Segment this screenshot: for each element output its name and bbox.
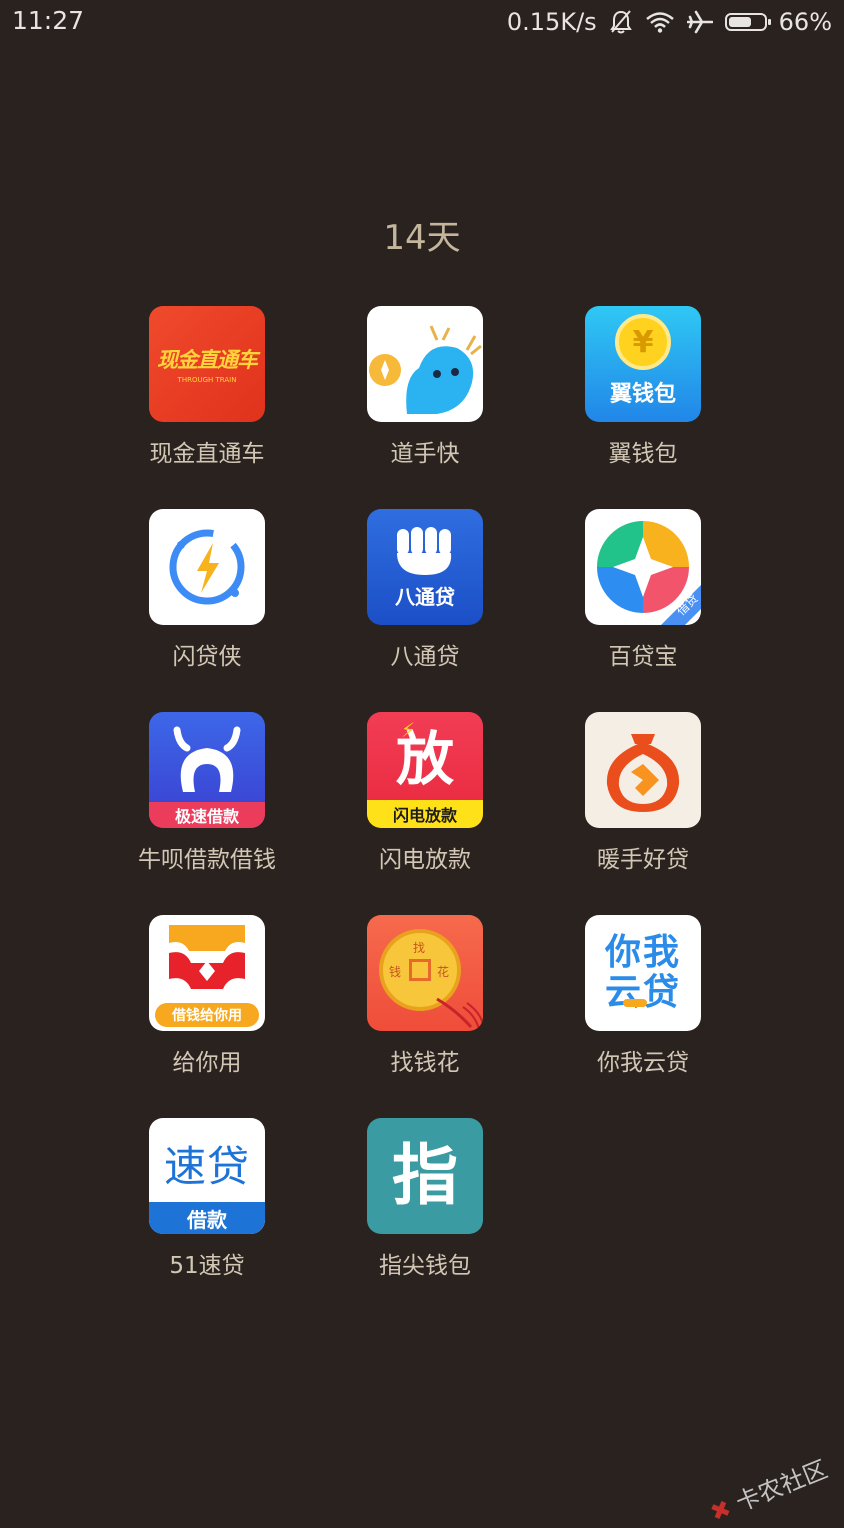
icon-banner: 借款 [149, 1202, 265, 1234]
icon-banner: 借钱给你用 [155, 1003, 259, 1027]
nuanshou-haodai-icon [585, 712, 701, 828]
airplane-icon [686, 10, 713, 34]
icon-subtext: 借款 [187, 1207, 227, 1232]
icon-banner: 闪电放款 [367, 800, 483, 828]
battery-icon [724, 13, 771, 31]
icon-text: 借钱给你用 [172, 1008, 242, 1024]
watermark: ✖ 卡农社区 [704, 1450, 832, 1528]
battery-cap [767, 19, 771, 25]
orange-swoosh-icon [623, 999, 647, 1007]
app-grid: 现金直通车 THROUGH TRAIN 现金直通车 道手快 ¥ 翼钱包 翼钱包 … [98, 306, 752, 1321]
lightning-icon: ⚡ [401, 718, 416, 742]
app-yiqianbao[interactable]: ¥ 翼钱包 翼钱包 [534, 306, 752, 509]
app-shandaixia[interactable]: 闪贷侠 [98, 509, 316, 712]
app-label: 暖手好贷 [597, 847, 689, 873]
shandaixia-icon [149, 509, 265, 625]
zhijian-qianbao-icon: 指 [367, 1118, 483, 1234]
app-geiniyong[interactable]: 借钱给你用 给你用 [98, 915, 316, 1118]
app-label: 指尖钱包 [379, 1253, 471, 1279]
app-baidaibao[interactable]: 借贷 百贷宝 [534, 509, 752, 712]
status-indicators: 0.15K/s 66% [507, 6, 832, 38]
app-shandian-fangkuan[interactable]: 放 ⚡ 闪电放款 闪电放款 [316, 712, 534, 915]
xianjin-zhitongche-icon: 现金直通车 THROUGH TRAIN [149, 306, 265, 422]
app-label: 51速贷 [169, 1253, 245, 1279]
icon-symbol: ¥ [632, 324, 654, 360]
yiqianbao-icon: ¥ 翼钱包 [585, 306, 701, 422]
watermark-text: 卡农社区 [732, 1455, 832, 1518]
coin-icon: ¥ [615, 314, 671, 370]
icon-line1: 你我 [604, 932, 681, 974]
app-label: 翼钱包 [608, 441, 678, 467]
app-label: 找钱花 [390, 1050, 460, 1076]
icon-subtext: THROUGH TRAIN [177, 376, 237, 384]
app-label: 闪贷侠 [172, 644, 242, 670]
app-label: 八通贷 [390, 644, 460, 670]
batongdai-icon: 八通贷 [367, 509, 483, 625]
app-niubei[interactable]: 极速借款 牛呗借款借钱 [98, 712, 316, 915]
app-label: 道手快 [390, 441, 460, 467]
icon-glyph: 指 [392, 1137, 458, 1214]
app-zhijian-qianbao[interactable]: 指 指尖钱包 [316, 1118, 534, 1321]
app-label: 百贷宝 [608, 644, 678, 670]
app-sudai[interactable]: 速贷 借款 51速贷 [98, 1118, 316, 1321]
folder-title[interactable]: 14天 [0, 210, 844, 259]
icon-text: 八通贷 [395, 584, 455, 609]
app-xianjin-zhitongche[interactable]: 现金直通车 THROUGH TRAIN 现金直通车 [98, 306, 316, 509]
icon-banner: 极速借款 [149, 802, 265, 828]
baidaibao-icon: 借贷 [585, 509, 701, 625]
net-speed: 0.15K/s [506, 8, 597, 36]
zhaoqianhua-icon: 找 钱 花 [367, 915, 483, 1031]
daoshoukuai-icon [367, 306, 483, 422]
wifi-icon [645, 11, 675, 33]
battery-percent: 66% [778, 8, 832, 36]
icon-text: 闪电放款 [392, 806, 457, 825]
app-label: 给你用 [172, 1050, 242, 1076]
kanong-logo-icon: ✖ [706, 1493, 736, 1528]
icon-text: 翼钱包 [609, 382, 676, 407]
status-time: 11:27 [12, 6, 85, 35]
icon-text: 速贷 [163, 1141, 250, 1191]
tassel-icon [436, 997, 483, 1030]
app-nuanshou-haodai[interactable]: 暖手好贷 [534, 712, 752, 915]
app-label: 牛呗借款借钱 [138, 847, 276, 873]
app-batongdai[interactable]: 八通贷 八通贷 [316, 509, 534, 712]
app-daoshoukuai[interactable]: 道手快 [316, 306, 534, 509]
niubei-icon: 极速借款 [149, 712, 265, 828]
icon-text: 极速借款 [174, 807, 239, 826]
app-label: 闪电放款 [379, 847, 471, 873]
geiniyong-icon: 借钱给你用 [149, 915, 265, 1031]
niwo-yundai-icon: 你我 云贷 [585, 915, 701, 1031]
app-zhaoqianhua[interactable]: 找 钱 花 找钱花 [316, 915, 534, 1118]
shandian-fangkuan-icon: 放 ⚡ 闪电放款 [367, 712, 483, 828]
battery-fill [728, 17, 751, 27]
mute-bell-icon [609, 9, 633, 35]
sudai-icon: 速贷 借款 [149, 1118, 265, 1234]
battery-body [724, 13, 771, 31]
fist-icon [397, 526, 452, 575]
status-bar: 11:27 0.15K/s 66% [0, 0, 844, 46]
app-label: 现金直通车 [149, 441, 265, 467]
app-niwo-yundai[interactable]: 你我 云贷 你我云贷 [534, 915, 752, 1118]
icon-text: 现金直通车 [157, 348, 258, 372]
app-label: 你我云贷 [597, 1050, 689, 1076]
